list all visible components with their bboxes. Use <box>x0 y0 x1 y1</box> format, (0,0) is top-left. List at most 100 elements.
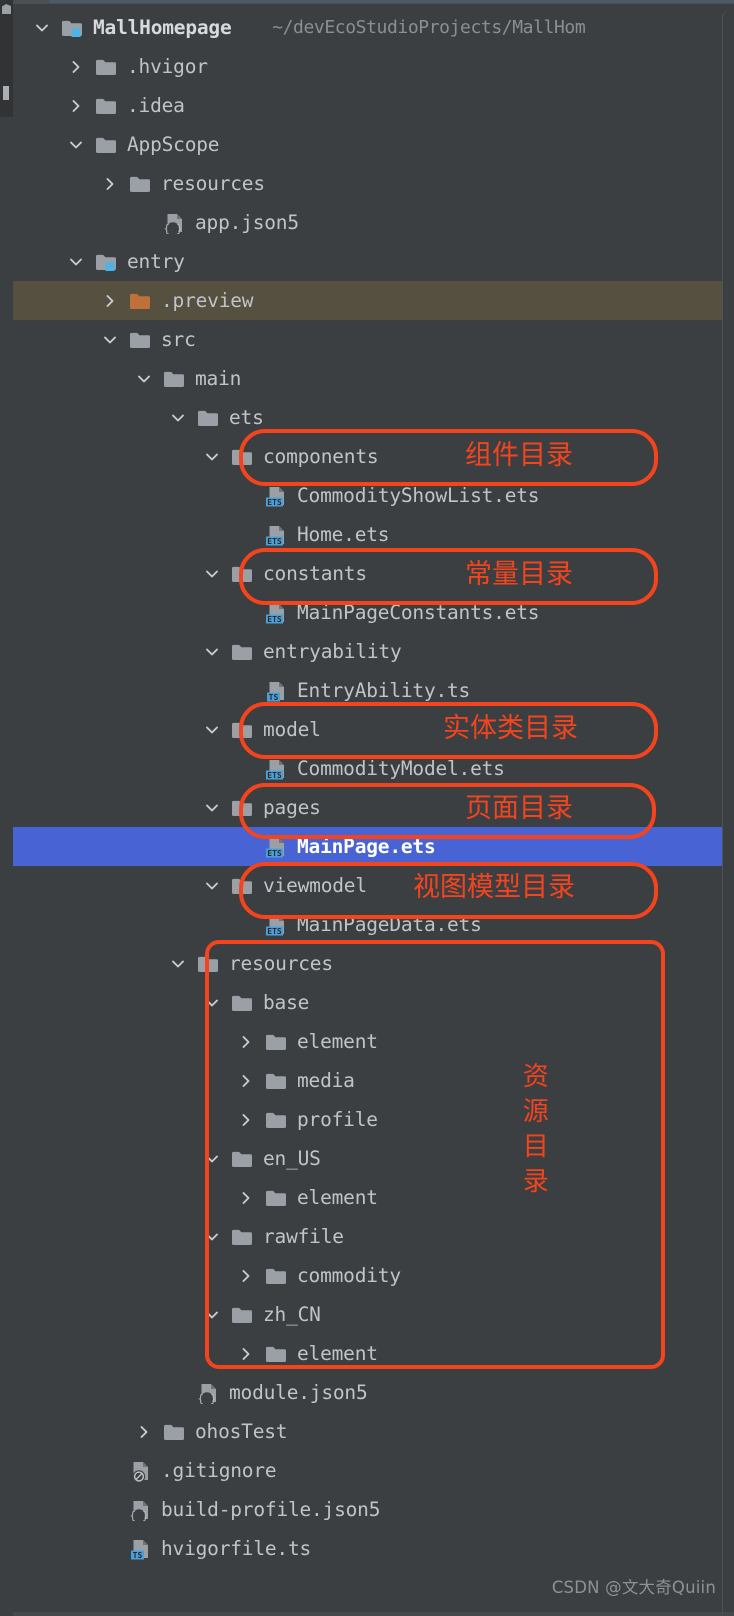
chevron-right-icon[interactable] <box>135 1423 153 1441</box>
ets-icon: ETS <box>265 602 291 624</box>
project-tree-panel[interactable]: MallHomepage ~/devEcoStudioProjects/MallH… <box>13 4 734 1616</box>
tree-row-base-media[interactable]: media <box>13 1061 734 1100</box>
tree-row-label: constants <box>263 562 367 585</box>
chevron-down-icon[interactable] <box>203 1306 221 1324</box>
tree-row-entry[interactable]: entry <box>13 242 734 281</box>
folder-icon <box>197 407 223 429</box>
folder-icon <box>231 1304 257 1326</box>
tree-row-label: media <box>297 1069 355 1092</box>
tree-row-entryability[interactable]: entryability <box>13 632 734 671</box>
tree-row-main[interactable]: main <box>13 359 734 398</box>
svg-text:TS: TS <box>269 692 279 701</box>
chevron-down-icon[interactable] <box>203 799 221 817</box>
tree-row-resources[interactable]: resources <box>13 944 734 983</box>
ets-icon: ETS <box>265 758 291 780</box>
tree-row-idea[interactable]: .idea <box>13 86 734 125</box>
tree-row-home-ets[interactable]: ETS Home.ets <box>13 515 734 554</box>
ts-icon: TS <box>129 1538 155 1560</box>
tree-row-constants[interactable]: constants <box>13 554 734 593</box>
chevron-down-icon[interactable] <box>101 331 119 349</box>
tree-row-ets[interactable]: ets <box>13 398 734 437</box>
tree-row-label: resources <box>229 952 333 975</box>
tree-row-base-profile[interactable]: profile <box>13 1100 734 1139</box>
tool-strip-icon-bottom[interactable] <box>3 86 9 100</box>
chevron-down-icon[interactable] <box>203 994 221 1012</box>
tree-row-base-element[interactable]: element <box>13 1022 734 1061</box>
chevron-down-icon[interactable] <box>203 1228 221 1246</box>
chevron-down-icon[interactable] <box>169 955 187 973</box>
tree-row-label: en_US <box>263 1147 321 1170</box>
tree-row-rawfile-commodity[interactable]: commodity <box>13 1256 734 1295</box>
left-tool-strip[interactable] <box>0 0 13 117</box>
tree-row-appscope-resources[interactable]: resources <box>13 164 734 203</box>
tree-row-gitignore[interactable]: .gitignore <box>13 1451 734 1490</box>
tree-row-preview[interactable]: .preview <box>13 281 734 320</box>
tree-row-label: entry <box>127 250 185 273</box>
tree-row-label: .hvigor <box>127 55 208 78</box>
tree-row-components[interactable]: components <box>13 437 734 476</box>
ets-icon: ETS <box>265 836 291 858</box>
tree-row-root[interactable]: MallHomepage ~/devEcoStudioProjects/MallH… <box>13 8 734 47</box>
tree-row-ohostest[interactable]: ohosTest <box>13 1412 734 1451</box>
chevron-down-icon[interactable] <box>33 19 51 37</box>
chevron-down-icon[interactable] <box>203 643 221 661</box>
tree-row-en-us-element[interactable]: element <box>13 1178 734 1217</box>
json5-icon: { } <box>129 1499 155 1522</box>
chevron-down-icon[interactable] <box>135 370 153 388</box>
tree-row-build-profile[interactable]: { } build-profile.json5 <box>13 1490 734 1529</box>
folder-icon <box>231 1226 257 1248</box>
chevron-right-icon[interactable] <box>101 175 119 193</box>
tree-row-label: .preview <box>161 289 254 312</box>
tree-row-commodityshowlist[interactable]: ETS CommodityShowList.ets <box>13 476 734 515</box>
tree-row-appscope[interactable]: AppScope <box>13 125 734 164</box>
tree-row-en-us[interactable]: en_US <box>13 1139 734 1178</box>
chevron-right-icon[interactable] <box>237 1033 255 1051</box>
chevron-right-icon[interactable] <box>237 1189 255 1207</box>
svg-text:ETS: ETS <box>267 770 282 779</box>
folder-icon <box>163 368 189 390</box>
chevron-down-icon[interactable] <box>203 565 221 583</box>
tree-row-base[interactable]: base <box>13 983 734 1022</box>
chevron-right-icon[interactable] <box>237 1345 255 1363</box>
tree-row-app-json5[interactable]: { } app.json5 <box>13 203 734 242</box>
tree-row-rawfile[interactable]: rawfile <box>13 1217 734 1256</box>
tree-row-entryability-ts[interactable]: TS EntryAbility.ts <box>13 671 734 710</box>
chevron-right-icon[interactable] <box>237 1267 255 1285</box>
chevron-down-icon[interactable] <box>67 136 85 154</box>
svg-text:ETS: ETS <box>267 848 282 857</box>
chevron-right-icon[interactable] <box>237 1072 255 1090</box>
tree-row-hvigorfile[interactable]: TS hvigorfile.ts <box>13 1529 734 1568</box>
folder-icon <box>95 134 121 156</box>
ets-icon: ETS <box>265 524 291 546</box>
chevron-down-icon[interactable] <box>203 721 221 739</box>
tree-row-mainpage-ets[interactable]: ETS MainPage.ets <box>13 827 734 866</box>
tree-row-mainpagedata[interactable]: ETS MainPageData.ets <box>13 905 734 944</box>
chevron-right-icon[interactable] <box>67 97 85 115</box>
folder-icon <box>129 329 155 351</box>
tree-row-mainpageconstants[interactable]: ETS MainPageConstants.ets <box>13 593 734 632</box>
tree-row-zh-cn-element[interactable]: element <box>13 1334 734 1373</box>
ets-icon: ETS <box>265 485 291 507</box>
folder-icon <box>265 1031 291 1053</box>
tree-row-module-json5[interactable]: { } module.json5 <box>13 1373 734 1412</box>
tree-row-label: profile <box>297 1108 378 1131</box>
chevron-down-icon[interactable] <box>203 877 221 895</box>
tree-row-model[interactable]: model <box>13 710 734 749</box>
folder-icon <box>231 563 257 585</box>
tree-row-hvigor[interactable]: .hvigor <box>13 47 734 86</box>
module-folder-icon <box>61 17 87 39</box>
folder-icon <box>95 95 121 117</box>
tree-row-src[interactable]: src <box>13 320 734 359</box>
tree-row-pages[interactable]: pages <box>13 788 734 827</box>
chevron-down-icon[interactable] <box>203 1150 221 1168</box>
chevron-down-icon[interactable] <box>203 448 221 466</box>
chevron-right-icon[interactable] <box>237 1111 255 1129</box>
tree-row-commoditymodel[interactable]: ETS CommodityModel.ets <box>13 749 734 788</box>
tree-row-zh-cn[interactable]: zh_CN <box>13 1295 734 1334</box>
tree-row-viewmodel[interactable]: viewmodel <box>13 866 734 905</box>
chevron-down-icon[interactable] <box>169 409 187 427</box>
chevron-right-icon[interactable] <box>67 58 85 76</box>
tool-strip-icon-top[interactable] <box>2 4 11 14</box>
chevron-down-icon[interactable] <box>67 253 85 271</box>
chevron-right-icon[interactable] <box>101 292 119 310</box>
